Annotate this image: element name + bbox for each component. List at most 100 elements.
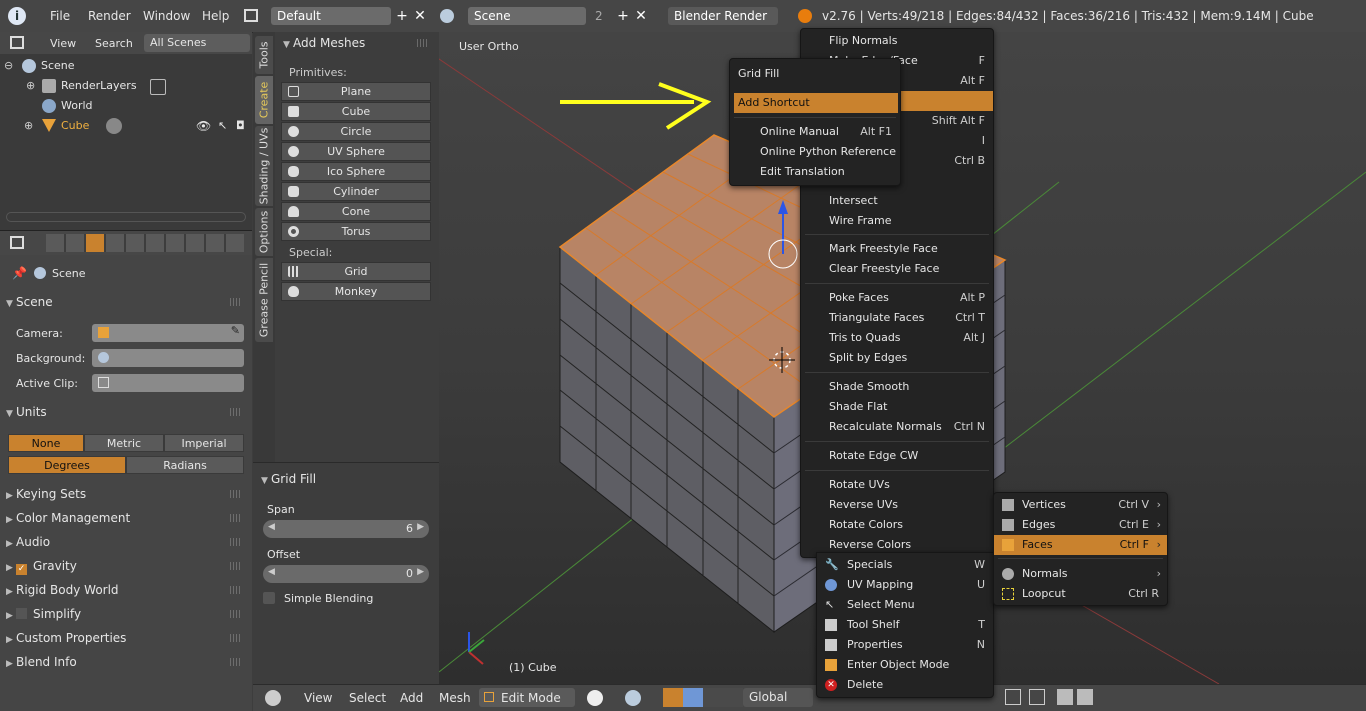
transform-orientation-select[interactable]: Global <box>743 688 813 707</box>
add-uv-sphere-button[interactable]: UV Sphere <box>281 142 431 161</box>
editor-type-icon[interactable] <box>265 690 281 706</box>
background-scene-field[interactable] <box>92 349 244 367</box>
menu-item-rotate-uvs[interactable]: Rotate UVs <box>801 475 993 495</box>
simplify-panel-header[interactable]: ▶ Simplify <box>6 603 246 625</box>
menu-item-delete[interactable]: ✕ Delete <box>817 675 993 695</box>
menu-item-specials[interactable]: 🔧 Specials W <box>817 555 993 575</box>
render-animation-icon[interactable] <box>1077 689 1093 705</box>
span-number-field[interactable]: ◀ 6 ▶ <box>263 520 429 538</box>
tab-shading-uvs[interactable]: Shading / UVs <box>255 126 273 206</box>
increment-icon[interactable]: ▶ <box>417 522 424 532</box>
visibility-eye-icon[interactable]: 👁 <box>196 116 211 136</box>
menu-item-uv-mapping[interactable]: UV Mapping U <box>817 575 993 595</box>
menu-item-recalculate-normals[interactable]: Recalculate Normals Ctrl N <box>801 417 993 437</box>
pin-icon[interactable]: 📌 <box>12 266 27 280</box>
menu-item-rotate-edge-cw[interactable]: Rotate Edge CW <box>801 446 993 466</box>
view-menu[interactable]: View <box>304 691 332 705</box>
outliner-search-menu[interactable]: Search <box>95 37 133 50</box>
units-panel-header[interactable]: ▼ Units <box>6 401 246 423</box>
outliner-editor-type-icon[interactable] <box>10 36 24 49</box>
unit-imperial-button[interactable]: Imperial <box>164 434 244 452</box>
menu-item-split-by-edges[interactable]: Split by Edges <box>801 348 993 368</box>
opengl-render-icon[interactable] <box>1057 689 1073 705</box>
mode-select[interactable]: Edit Mode <box>479 688 575 707</box>
tab-tools[interactable]: Tools <box>255 36 273 74</box>
remove-layout-button[interactable]: ✕ <box>411 7 429 25</box>
decrement-icon[interactable]: ◀ <box>268 567 275 577</box>
expand-toggle-icon[interactable]: ⊕ <box>26 76 35 96</box>
rigid-body-world-panel-header[interactable]: ▶ Rigid Body World <box>6 579 246 601</box>
menu-item-edges[interactable]: Edges Ctrl E › <box>994 515 1167 535</box>
add-layout-button[interactable]: + <box>393 7 411 25</box>
add-meshes-header[interactable]: ▼ Add Meshes <box>283 32 433 54</box>
menu-item-online-manual[interactable]: Online Manual Alt F1 <box>730 122 900 142</box>
add-plane-button[interactable]: Plane <box>281 82 431 101</box>
menu-item-triangulate-faces[interactable]: Triangulate Faces Ctrl T <box>801 308 993 328</box>
scene-icon[interactable] <box>440 9 454 23</box>
menu-file[interactable]: File <box>50 9 70 23</box>
outliner-scrollbar[interactable] <box>6 212 246 222</box>
rotation-degrees-button[interactable]: Degrees <box>8 456 126 474</box>
menu-item-rotate-colors[interactable]: Rotate Colors <box>801 515 993 535</box>
rotate-manipulator-icon[interactable] <box>703 688 723 707</box>
menu-item-select-menu[interactable]: ↖ Select Menu <box>817 595 993 615</box>
viewport-shading-icon[interactable] <box>587 690 603 706</box>
remove-scene-button[interactable]: ✕ <box>632 7 650 25</box>
scene-context-tab-icon[interactable] <box>86 234 104 252</box>
gravity-panel-header[interactable]: ▶ ✓ Gravity <box>6 555 246 577</box>
active-clip-field[interactable] <box>92 374 244 392</box>
menu-item-properties[interactable]: Properties N <box>817 635 993 655</box>
mesh-menu[interactable]: Mesh <box>439 691 471 705</box>
select-menu[interactable]: Select <box>349 691 386 705</box>
custom-properties-panel-header[interactable]: ▶ Custom Properties <box>6 627 246 649</box>
outliner-item-renderlayers[interactable]: ⊕ RenderLayers <box>0 76 252 96</box>
add-grid-button[interactable]: Grid <box>281 262 431 281</box>
simplify-checkbox[interactable] <box>16 608 27 619</box>
properties-context-tabs[interactable] <box>46 234 244 252</box>
snap-toggle-icon[interactable] <box>1005 689 1021 705</box>
menu-render[interactable]: Render <box>88 9 131 23</box>
simple-blending-checkbox[interactable] <box>263 592 275 604</box>
outliner-item-cube[interactable]: ⊕ Cube 👁 ↖ ◘ <box>0 116 252 136</box>
menu-item-edit-translation[interactable]: Edit Translation <box>730 162 900 182</box>
selectable-cursor-icon[interactable]: ↖ <box>218 116 227 136</box>
add-cube-button[interactable]: Cube <box>281 102 431 121</box>
blend-info-panel-header[interactable]: ▶ Blend Info <box>6 651 246 673</box>
add-cylinder-button[interactable]: Cylinder <box>281 182 431 201</box>
menu-item-poke-faces[interactable]: Poke Faces Alt P <box>801 288 993 308</box>
scene-field[interactable]: Scene <box>468 7 586 25</box>
decrement-icon[interactable]: ◀ <box>268 522 275 532</box>
audio-panel-header[interactable]: ▶ Audio <box>6 531 246 553</box>
tab-options[interactable]: Options <box>255 208 273 256</box>
menu-item-loopcut[interactable]: Loopcut Ctrl R <box>994 584 1167 604</box>
menu-help[interactable]: Help <box>202 9 229 23</box>
menu-item-enter-object-mode[interactable]: Enter Object Mode <box>817 655 993 675</box>
scale-manipulator-icon[interactable] <box>723 688 743 707</box>
collapse-toggle-icon[interactable]: ⊖ <box>4 56 13 76</box>
screen-layout-field[interactable]: Default <box>271 7 391 25</box>
eyedropper-icon[interactable]: ✎ <box>231 324 240 337</box>
outliner-item-scene[interactable]: ⊖ Scene <box>0 56 252 76</box>
gravity-checkbox[interactable]: ✓ <box>16 564 27 575</box>
menu-item-flip-normals[interactable]: Flip Normals <box>801 31 993 51</box>
menu-window[interactable]: Window <box>143 9 190 23</box>
offset-number-field[interactable]: ◀ 0 ▶ <box>263 565 429 583</box>
menu-item-faces[interactable]: Faces Ctrl F › <box>994 535 1167 555</box>
snap-target-icon[interactable] <box>1029 689 1045 705</box>
menu-item-shade-smooth[interactable]: Shade Smooth <box>801 377 993 397</box>
menu-item-wire-frame[interactable]: Wire Frame <box>801 211 993 231</box>
grid-fill-header[interactable]: ▼ Grid Fill <box>261 468 431 490</box>
expand-toggle-icon[interactable]: ⊕ <box>24 116 33 136</box>
menu-item-clear-freestyle-face[interactable]: Clear Freestyle Face <box>801 259 993 279</box>
rotation-radians-button[interactable]: Radians <box>126 456 244 474</box>
render-engine-select[interactable]: Blender Render <box>668 7 778 25</box>
add-menu[interactable]: Add <box>400 691 423 705</box>
properties-editor-type-icon[interactable] <box>10 236 24 249</box>
menu-item-mark-freestyle-face[interactable]: Mark Freestyle Face <box>801 239 993 259</box>
unit-none-button[interactable]: None <box>8 434 84 452</box>
menu-item-intersect[interactable]: Intersect <box>801 191 993 211</box>
menu-item-reverse-uvs[interactable]: Reverse UVs <box>801 495 993 515</box>
add-ico-sphere-button[interactable]: Ico Sphere <box>281 162 431 181</box>
info-editor-icon[interactable]: i <box>8 7 26 25</box>
add-cone-button[interactable]: Cone <box>281 202 431 221</box>
